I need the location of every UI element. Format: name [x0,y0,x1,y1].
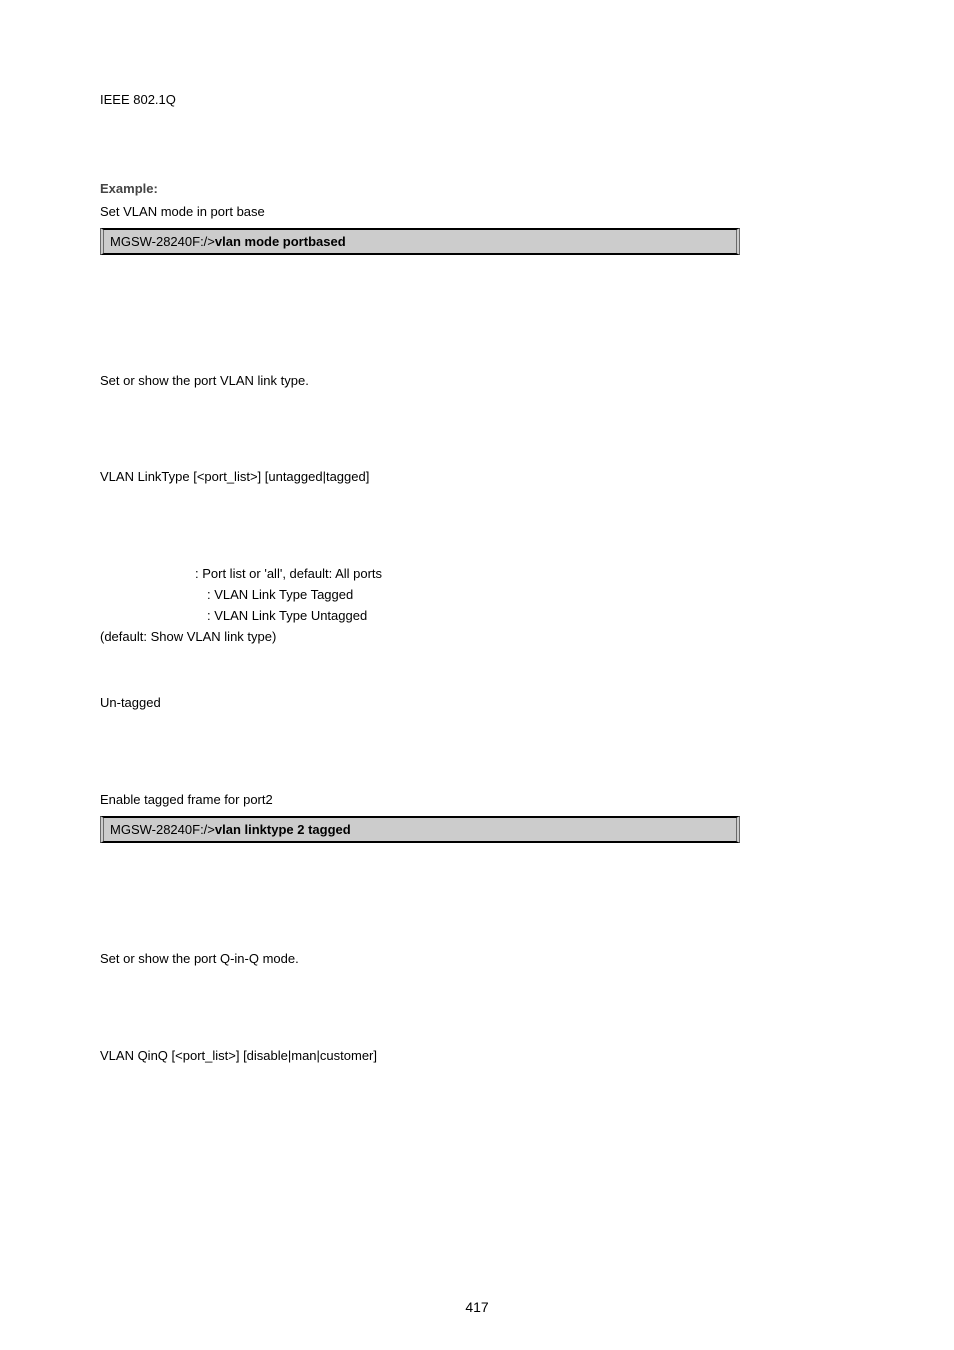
linktype-syntax-text: VLAN LinkType [<port_list>] [untagged|ta… [100,467,854,488]
code-content: MGSW-28240F:/>vlan linktype 2 tagged [110,822,351,837]
page-container: IEEE 802.1Q Example: Set VLAN mode in po… [0,0,954,1350]
linktype-example-lead: Enable tagged frame for port2 [100,790,854,811]
page-number: 417 [0,1299,954,1315]
param-desc: : VLAN Link Type Untagged [195,606,854,627]
code-content: MGSW-28240F:/>vlan mode portbased [110,234,346,249]
code-box-linktype: MGSW-28240F:/>vlan linktype 2 tagged [100,816,740,843]
code-prefix: MGSW-28240F:/> [110,822,215,837]
param-row: Untagged : VLAN Link Type Untagged [100,606,854,627]
code-prefix: MGSW-28240F:/> [110,234,215,249]
qinq-desc-text: Set or show the port Q-in-Q mode. [100,949,854,970]
linktype-desc-text: Set or show the port VLAN link type. [100,371,854,392]
param-row: <port_list> : Port list or 'all', defaul… [100,564,854,585]
example-lead-text: Set VLAN mode in port base [100,202,854,223]
top-line: IEEE 802.1Q [100,90,854,111]
param-desc: : Port list or 'all', default: All ports [195,564,854,585]
linktype-default-line: (default: Show VLAN link type) [100,627,854,648]
param-desc: : VLAN Link Type Tagged [195,585,854,606]
linktype-default-value: Un-tagged [100,693,854,714]
code-cmd: vlan linktype 2 tagged [215,822,351,837]
example-heading: Example: [100,181,854,196]
code-cmd: vlan mode portbased [215,234,346,249]
param-row: Tagged : VLAN Link Type Tagged [100,585,854,606]
code-box-portbased: MGSW-28240F:/>vlan mode portbased [100,228,740,255]
qinq-syntax-text: VLAN QinQ [<port_list>] [disable|man|cus… [100,1046,854,1067]
